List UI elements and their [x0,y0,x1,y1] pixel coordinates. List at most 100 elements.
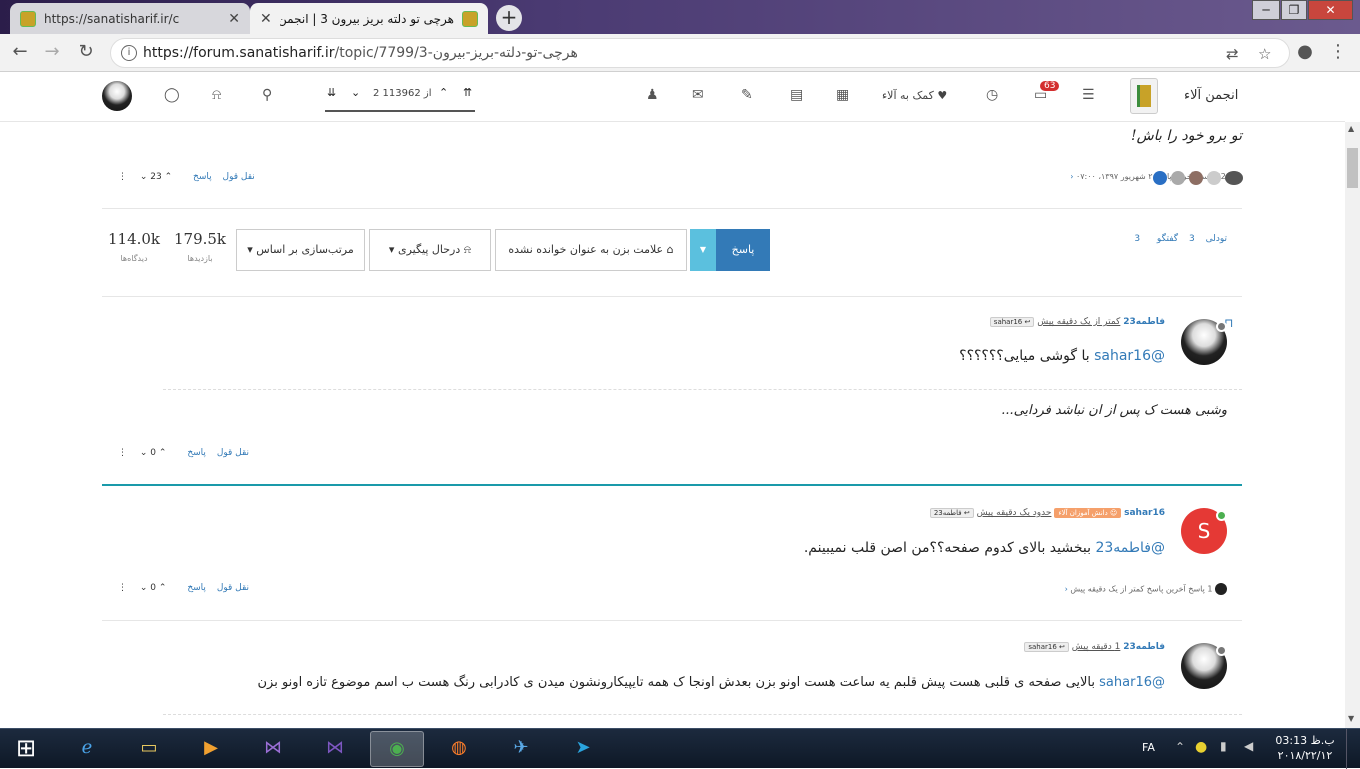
more-icon[interactable]: ⋮ [118,172,127,182]
pen-icon[interactable]: ✎ [741,87,753,103]
start-button[interactable]: ⊞ [2,731,50,767]
visual-studio-icon[interactable]: ⋈ [246,731,300,767]
close-tab-icon[interactable]: ✕ [228,11,240,27]
firefox-icon[interactable]: ◍ [432,731,486,767]
first-page-icon[interactable]: ⇊ [327,86,336,99]
watching-dropdown[interactable]: ▾ درحال پیگیری ⍾ [369,229,491,271]
reply-button[interactable]: پاسخ [187,448,206,458]
bookmark-star-icon[interactable]: ☆ [1258,45,1271,63]
tag-goftego[interactable]: گفتگو [1157,234,1178,244]
list-icon[interactable]: ☰ [1082,87,1095,103]
chat-icon[interactable]: ◯ [164,87,180,103]
topic-reply-button[interactable]: پاسخ [716,229,770,271]
reply-to-chip[interactable]: ↩ فاطمه23 [929,508,974,518]
chrome-menu-icon[interactable]: ⋮ [1326,41,1350,65]
downvote-icon[interactable]: ⌄ [140,583,148,593]
media-player-icon[interactable]: ▶ [184,731,238,767]
translate-icon[interactable]: ⇄ [1226,45,1239,63]
film-icon[interactable]: ▦ [836,87,849,103]
post-body: @sahar16 با گوشی میایی؟؟؟؟؟؟ [959,348,1165,364]
close-tab-icon[interactable]: ✕ [260,11,272,27]
quote-button[interactable]: نقل قول [223,172,255,182]
reply-to-chip[interactable]: ↩ sahar16 [989,317,1035,327]
profile-icon[interactable]: ● [1293,41,1317,65]
tag-count: 3 [1188,234,1195,244]
author-name[interactable]: فاطمه23 [1123,317,1165,327]
topic-content: تو برو خود را باش! 229 پاسخ آخرین پاسخ ۲… [0,122,1345,728]
user-icon[interactable]: ♟ [646,87,659,103]
language-indicator[interactable]: FA [1142,741,1155,754]
user-mention[interactable]: @sahar16 [1099,675,1165,690]
tray-expand-icon[interactable]: ⌃ [1175,740,1185,754]
scroll-down-icon[interactable]: ▼ [1348,714,1354,723]
telegram-icon[interactable]: ➤ [556,731,610,767]
upvote-icon[interactable]: ⌃ [159,583,167,593]
user-mention[interactable]: @sahar16 [1094,348,1165,364]
reload-icon[interactable]: ↻ [74,41,98,65]
mark-unread-button[interactable]: علامت بزن به عنوان خوانده نشده ⌂ [495,229,687,271]
topic-tags: تودلی 3 گفتگو 3 [1120,234,1227,244]
network-icon[interactable]: ▮ [1220,739,1227,753]
quote-button[interactable]: نقل قول [217,448,249,458]
maximize-button[interactable]: ❐ [1281,0,1307,20]
replies-summary-text: 1 پاسخ آخرین پاسخ کمتر از یک دقیقه پیش [1070,584,1213,594]
clock-icon[interactable]: ◷ [986,87,998,103]
browser-tab-1[interactable]: https://sanatisharif.ir/c ✕ [10,3,250,34]
author-name[interactable]: sahar16 [1124,508,1165,518]
post-time[interactable]: حدود یک دقیقه پیش [977,508,1052,518]
url-input[interactable]: i https://forum.sanatisharif.ir/topic/77… [110,38,1290,68]
post-time[interactable]: کمتر از یک دقیقه پیش [1037,317,1120,327]
bird-app-icon[interactable]: ✈ [494,731,548,767]
reply-button[interactable]: پاسخ [187,583,206,593]
help-link[interactable]: کمک به آلاء ♥ [882,89,947,102]
brand-name[interactable]: انجمن آلاء [1184,88,1238,103]
volume-icon[interactable]: ◀ [1244,739,1253,753]
sort-dropdown[interactable]: ▾ مرتب‌سازی بر اساس [236,229,365,271]
downvote-icon[interactable]: ⌄ [140,172,148,182]
upvote-icon[interactable]: ⌃ [165,172,173,182]
search-icon[interactable]: ⚲ [262,87,272,103]
replies-summary[interactable]: 1 پاسخ آخرین پاسخ کمتر از یک دقیقه پیش ‹ [1065,583,1227,595]
scrollbar-thumb[interactable] [1347,148,1358,188]
more-icon[interactable]: ⋮ [118,448,127,458]
site-info-icon[interactable]: i [121,45,137,61]
tag-todeli[interactable]: تودلی [1206,234,1227,244]
views-stat: 179.5k بازدیدها [170,230,230,263]
bell-icon[interactable]: ⍾ [212,87,221,103]
visual-studio-2-icon[interactable]: ⋈ [308,731,362,767]
file-explorer-icon[interactable]: ▭ [122,731,176,767]
next-page-icon[interactable]: ⌃ [439,86,448,99]
group-badge: ☺ دانش آموزان آلاء [1054,508,1122,518]
show-desktop-button[interactable] [1346,729,1360,769]
author-name[interactable]: فاطمه23 [1123,642,1165,652]
upvote-icon[interactable]: ⌃ [159,448,167,458]
brand-logo[interactable] [1130,78,1158,114]
post-header: فاطمه23 1 دقیقه پیش ↩ sahar16 [1024,642,1165,652]
scroll-up-icon[interactable]: ▲ [1348,124,1354,133]
new-tab-button[interactable]: + [496,5,522,31]
close-window-button[interactable]: ✕ [1308,0,1353,20]
back-icon[interactable]: ← [8,41,32,65]
clock[interactable]: 03:13 ب.ظ ۲۰۱۸/۲۲/۱۲ [1270,733,1340,763]
minimize-button[interactable]: ─ [1252,0,1280,20]
chevron-left-icon: ‹ [1064,584,1068,594]
internet-explorer-icon[interactable]: ℯ [60,731,114,767]
tray-app-icon[interactable]: ● [1195,739,1207,755]
reply-to-chip[interactable]: ↩ sahar16 [1024,642,1069,652]
forward-icon[interactable]: → [40,41,64,65]
more-icon[interactable]: ⋮ [118,583,127,593]
envelope-icon[interactable]: ✉ [692,87,704,103]
quote-button[interactable]: نقل قول [217,583,249,593]
user-avatar[interactable] [102,81,132,111]
user-mention[interactable]: @فاطمه23 [1095,540,1165,556]
prev-page-icon[interactable]: ⌄ [351,86,360,99]
document-icon[interactable]: ▤ [790,87,803,103]
reply-button[interactable]: پاسخ [193,172,212,182]
reply-dropdown-toggle[interactable]: ▼ [690,229,716,271]
downvote-icon[interactable]: ⌄ [140,448,148,458]
vertical-scrollbar[interactable]: ▲ ▼ [1345,122,1360,728]
browser-tab-2[interactable]: هرچی تو دلته بریز بیرون 3 | انجمن دانش آ… [250,3,488,34]
last-page-icon[interactable]: ⇈ [463,86,472,99]
post-time[interactable]: 1 دقیقه پیش [1072,642,1121,652]
chrome-icon[interactable]: ◉ [370,731,424,767]
